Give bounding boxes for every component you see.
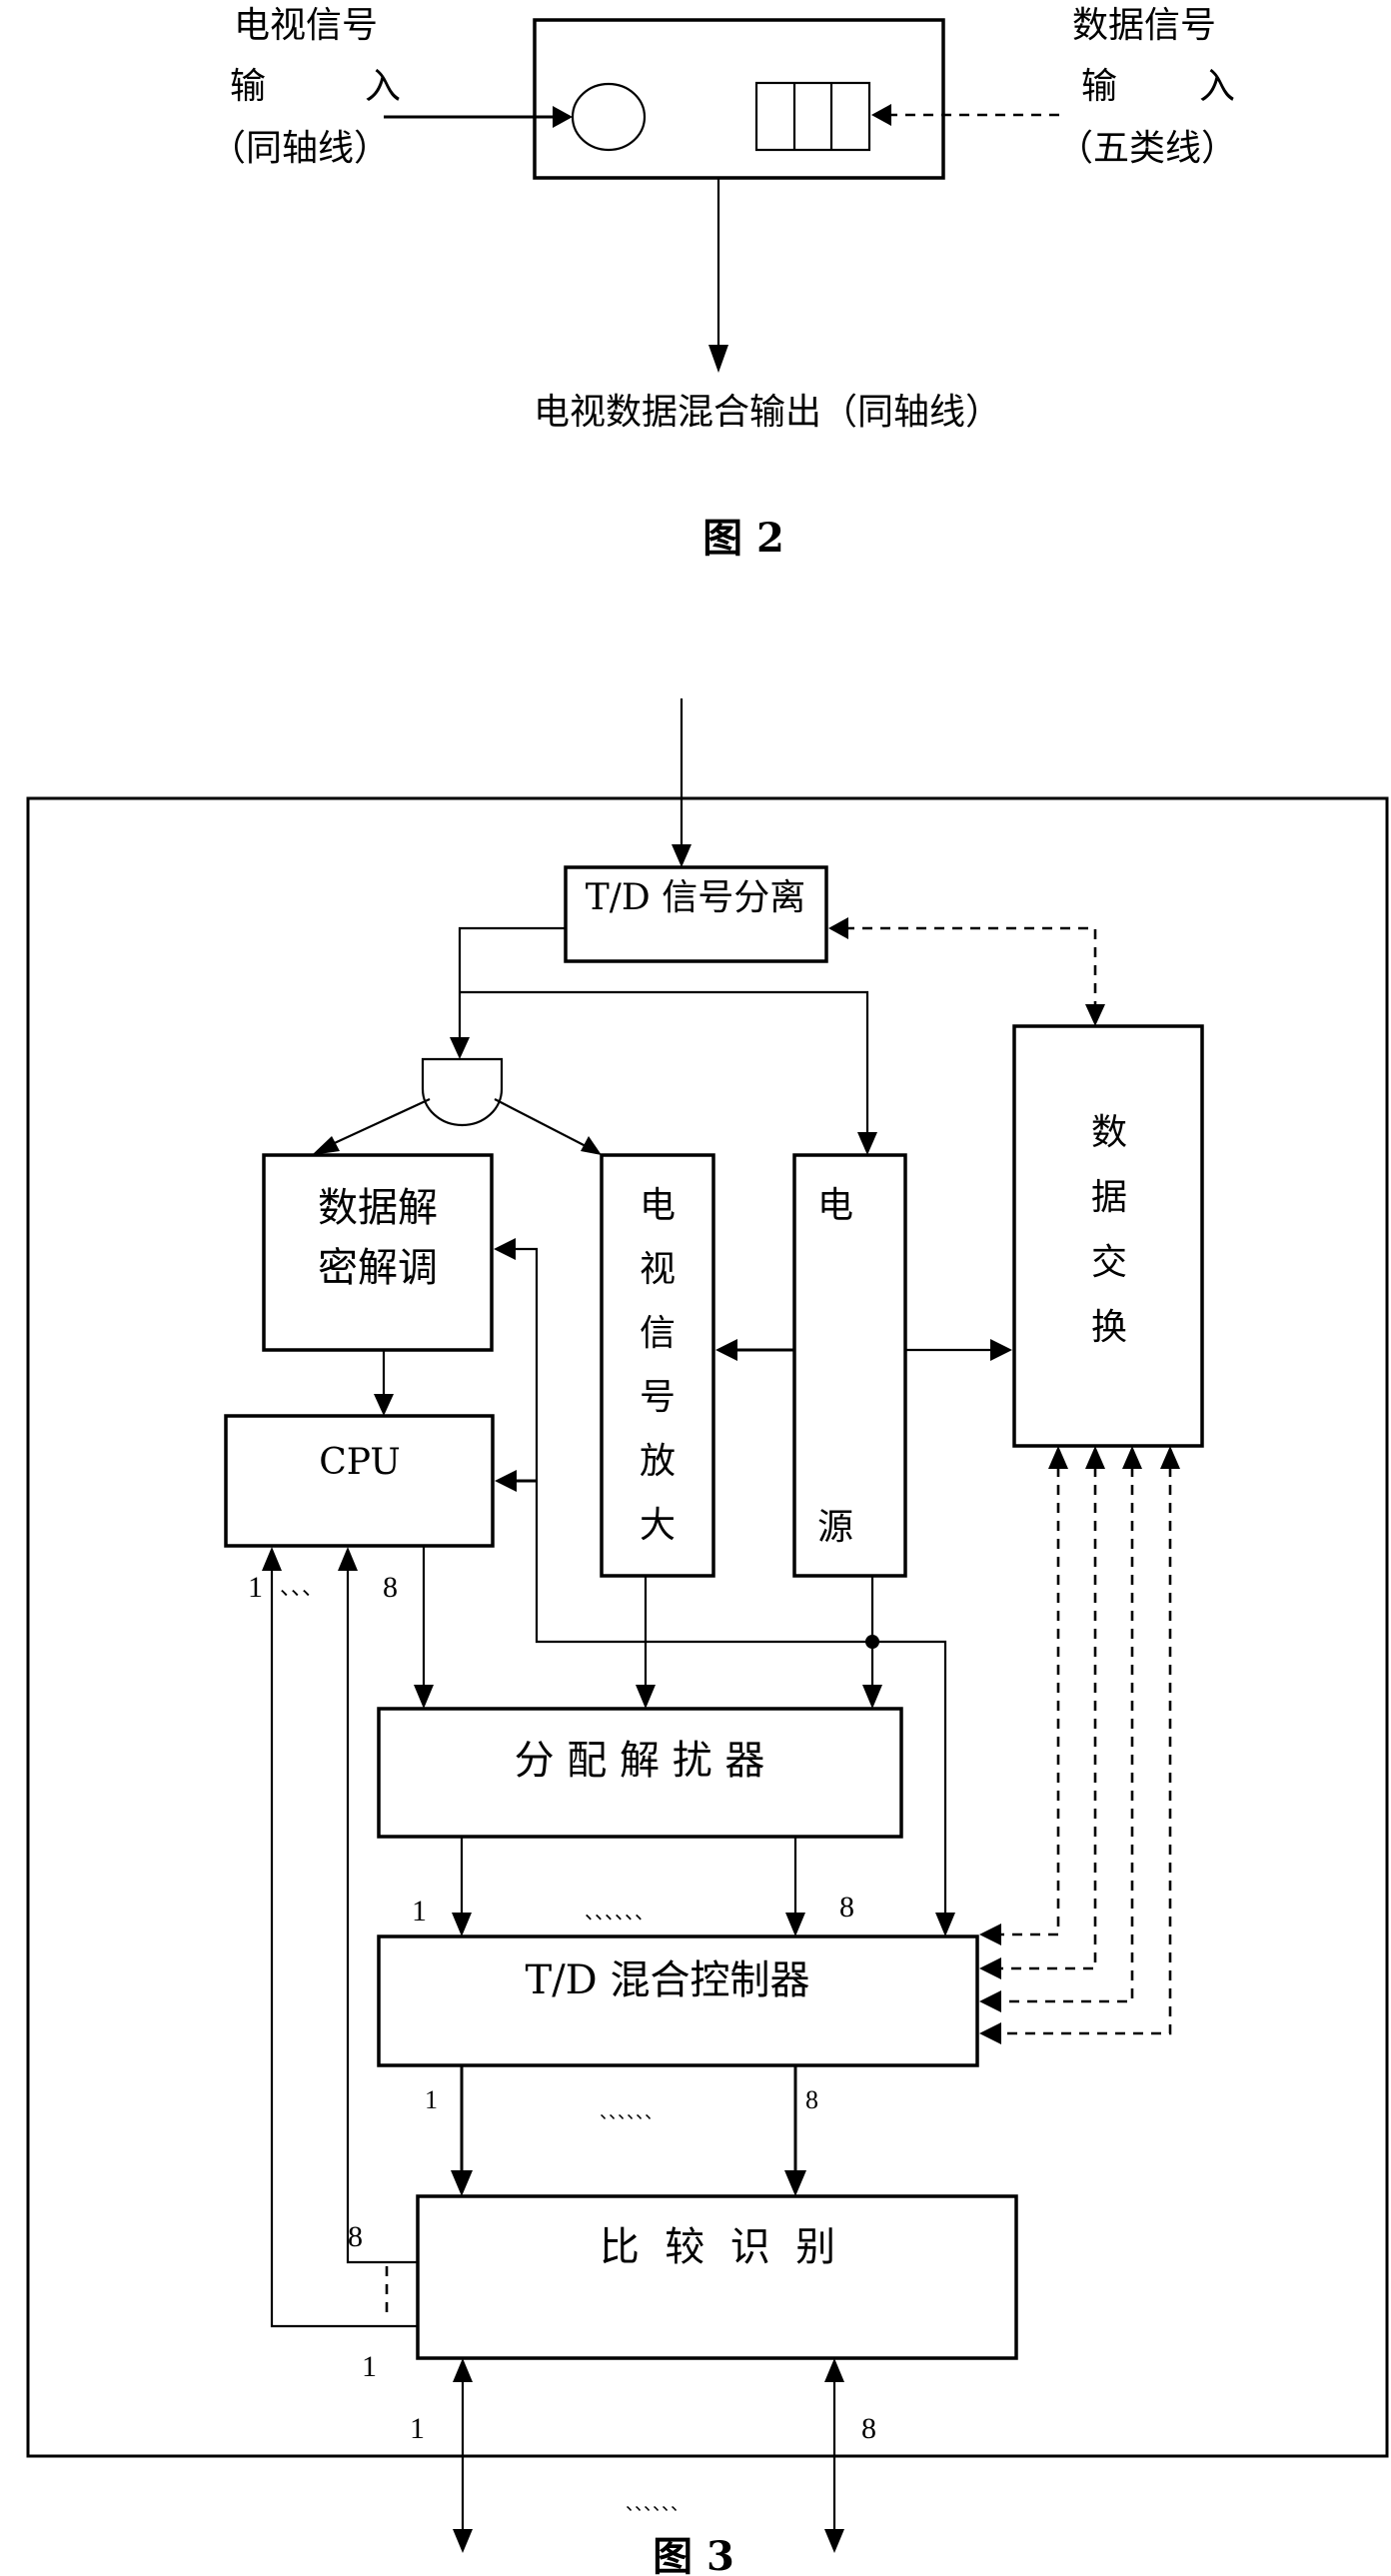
signal-input-arrow (672, 698, 692, 867)
mixed-output-label: 电视数据混合输出（同轴线） (534, 392, 1001, 433)
td-data-exchange-link (828, 917, 1105, 1026)
power-label-char-2: 源 (817, 1507, 853, 1548)
power-label-char-1: 电 (817, 1185, 853, 1226)
tv-input-label-line1: 电视信号 (234, 5, 378, 46)
tv-input-label-input-a: 输 (230, 66, 266, 107)
tv-input-label-input-b: 入 (365, 66, 401, 107)
figure-2: 电视信号 输 入 （同轴线） 数据信号 输 入 （五类线） 电视数据混合输出（同… (210, 5, 1237, 562)
bottom-port-label-1: 1 (410, 2412, 425, 2445)
cpu-out-label-8: 8 (383, 1571, 398, 1604)
patent-diagram: 电视信号 输 入 （同轴线） 数据信号 输 入 （五类线） 电视数据混合输出（同… (26, 5, 1389, 2576)
cpu-in-dots: 、、、 (280, 1575, 324, 1600)
dist-out-dots: 、、、、、、 (585, 1902, 655, 1924)
data-exchange-label-char-1: 数 (1091, 1112, 1127, 1153)
tv-input-label-line3: （同轴线） (210, 128, 390, 169)
td-separation-label: T/D 信号分离 (586, 877, 805, 918)
tv-amp-label-char-3: 信 (640, 1313, 676, 1354)
dist-out-label-8: 8 (839, 1891, 854, 1924)
data-input-label-input-b: 入 (1199, 66, 1235, 107)
tv-amp-label-char-5: 放 (640, 1441, 676, 1482)
compare-fb-label-1: 1 (362, 2350, 377, 2383)
tv-amp-label-char-2: 视 (640, 1249, 676, 1290)
mixer-out-label-1: 1 (425, 2085, 438, 2114)
socket-panel (533, 18, 945, 180)
bottom-port-label-8: 8 (861, 2412, 876, 2445)
data-decrypt-label-line2: 密解调 (318, 1245, 438, 1291)
data-input-label-line1: 数据信号 (1072, 5, 1216, 46)
td-mixer-label: T/D 混合控制器 (526, 1957, 810, 2003)
compare-label: 比 较 识 别 (600, 2224, 835, 2270)
power-to-data-exchange-arrow (905, 1339, 1012, 1361)
mixer-out-dots: 、、、、、、 (600, 2102, 663, 2122)
distributor-label: 分 配 解 扰 器 (515, 1738, 765, 1784)
mixed-output-arrow (708, 178, 728, 373)
data-exchange-label-char-3: 交 (1091, 1242, 1127, 1283)
data-input-label-line3: （五类线） (1057, 128, 1237, 169)
data-exchange-block (1012, 1024, 1204, 1448)
bottom-port-dots: 、、、、、、 (626, 2494, 689, 2514)
tv-amp-label-char-6: 大 (640, 1505, 676, 1546)
figure-3: T/D 信号分离 数据解 密解调 电视信号放大 电 源 数据交换 CPU 1 、… (26, 698, 1389, 2576)
tv-amp-label-char-1: 电 (640, 1185, 676, 1226)
decrypt-to-cpu-arrow (374, 1350, 394, 1416)
compare-fb-label-8: 8 (348, 2220, 363, 2253)
data-decrypt-label-line1: 数据解 (318, 1185, 438, 1231)
data-exchange-to-mixer-links (979, 1446, 1180, 2044)
compare-identify-block (416, 2194, 1018, 2360)
mixer-outputs (451, 2065, 806, 2196)
splitter-outputs (312, 1098, 602, 1155)
figure-3-caption: 图 3 (653, 2533, 734, 2576)
figure-2-caption: 图 2 (702, 515, 784, 562)
cpu-label: CPU (319, 1442, 400, 1483)
power-to-tv-amp-arrow (715, 1339, 794, 1361)
splitter-icon (421, 1057, 504, 1127)
mixer-out-label-8: 8 (805, 2085, 818, 2114)
dist-out-label-1: 1 (412, 1895, 427, 1928)
tv-amp-label-char-4: 号 (640, 1377, 676, 1418)
cpu-in-label-1: 1 (248, 1571, 263, 1604)
data-exchange-label-char-2: 据 (1091, 1177, 1127, 1218)
data-input-label-input-a: 输 (1081, 66, 1117, 107)
data-exchange-label-char-4: 换 (1091, 1307, 1127, 1348)
